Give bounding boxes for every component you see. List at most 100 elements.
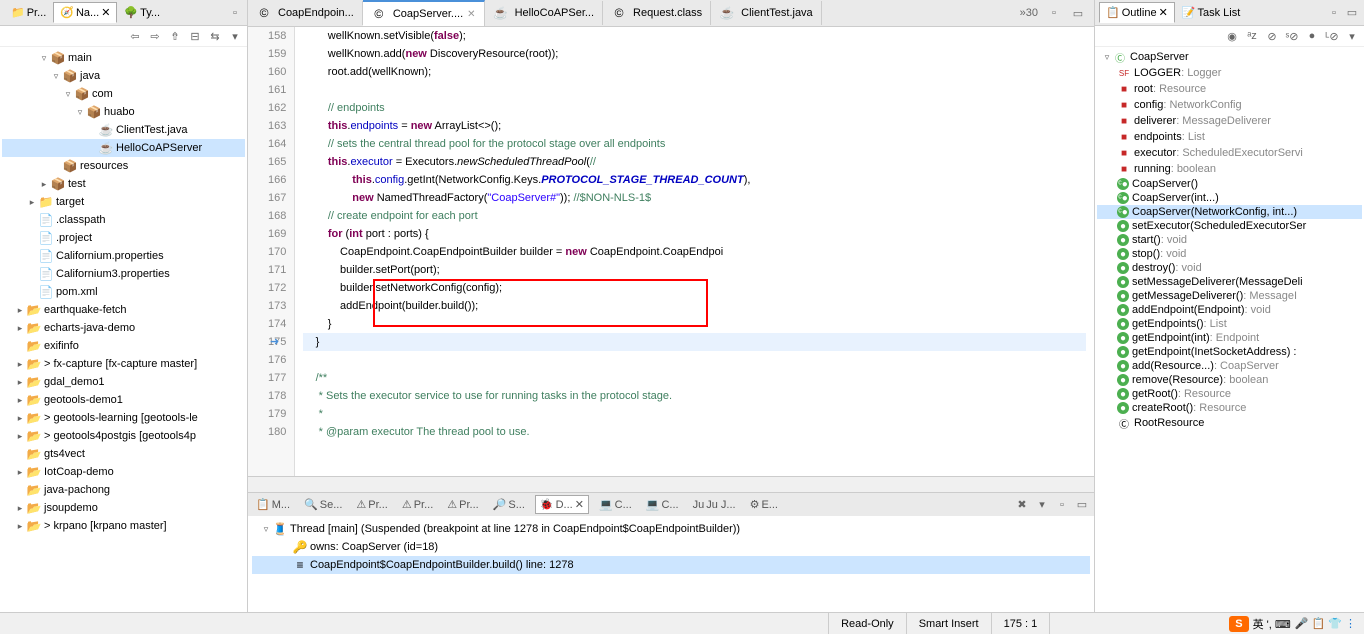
tree-item[interactable]: 📂exifinfo [2, 337, 245, 355]
outline-class-root[interactable]: ▿ Ⓒ CoapServer [1097, 49, 1362, 65]
debug-stack-item[interactable]: ≡CoapEndpoint$CoapEndpointBuilder.build(… [252, 556, 1090, 574]
navigator-tab[interactable]: 🧭 Na... ✕ [53, 2, 117, 23]
outline-item[interactable]: ᶜ●CoapServer() [1097, 177, 1362, 191]
outline-item[interactable]: ■executor : ScheduledExecutorServi [1097, 145, 1362, 161]
tree-item[interactable]: 📄.classpath [2, 211, 245, 229]
tree-item[interactable]: ☕ClientTest.java [2, 121, 245, 139]
minimize-icon[interactable]: ▫ [227, 5, 243, 21]
outline-item[interactable]: ●destroy() : void [1097, 261, 1362, 275]
hide-local-icon[interactable]: ᴸ⊘ [1324, 28, 1340, 44]
outline-tree[interactable]: ▿ Ⓒ CoapServer SFLOGGER : Logger■root : … [1095, 47, 1364, 612]
outline-item[interactable]: ●addEndpoint(Endpoint) : void [1097, 303, 1362, 317]
debug-stack-item[interactable]: ▿🧵Thread [main] (Suspended (breakpoint a… [252, 520, 1090, 538]
outline-item[interactable]: ᶜ●CoapServer(NetworkConfig, int...) [1097, 205, 1362, 219]
maximize-icon[interactable]: ▭ [1344, 5, 1360, 21]
back-icon[interactable]: ⇦ [127, 28, 143, 44]
tree-item[interactable]: ▸📂IotCoap-demo [2, 463, 245, 481]
bottom-tab[interactable]: 📋M... [252, 496, 294, 513]
tree-item[interactable]: 📂java-pachong [2, 481, 245, 499]
menu-icon[interactable]: ▾ [227, 28, 243, 44]
outline-item[interactable]: ●getEndpoint(InetSocketAddress) : [1097, 345, 1362, 359]
tree-item[interactable]: ▸📂> geotools-learning [geotools-le [2, 409, 245, 427]
debug-stack-tree[interactable]: ▿🧵Thread [main] (Suspended (breakpoint a… [248, 516, 1094, 612]
tree-item[interactable]: 📄Californium3.properties [2, 265, 245, 283]
tree-item[interactable]: 📂gts4vect [2, 445, 245, 463]
tree-item[interactable]: 📄Californium.properties [2, 247, 245, 265]
bottom-tab[interactable]: ⚠Pr... [398, 496, 437, 513]
editor-tab[interactable]: ☕ClientTest.java [711, 1, 822, 25]
outline-item[interactable]: ●getMessageDeliverer() : MessageI [1097, 289, 1362, 303]
more-tabs[interactable]: »30 [1020, 7, 1038, 19]
outline-item[interactable]: ●start() : void [1097, 233, 1362, 247]
tree-item[interactable]: ▸📂> fx-capture [fx-capture master] [2, 355, 245, 373]
editor-tab[interactable]: ☕HelloCoAPSer... [485, 1, 603, 25]
tree-item[interactable]: 📄pom.xml [2, 283, 245, 301]
code-editor[interactable]: 1581591601611621631641651661671681691701… [248, 27, 1094, 476]
outline-item[interactable]: ●createRoot() : Resource [1097, 401, 1362, 415]
outline-item[interactable]: ●getRoot() : Resource [1097, 387, 1362, 401]
tree-item[interactable]: ▸📂echarts-java-demo [2, 319, 245, 337]
code-content[interactable]: wellKnown.setVisible(false); wellKnown.a… [295, 27, 1094, 476]
ime-badge[interactable]: S [1229, 616, 1248, 632]
tree-item[interactable]: 📄.project [2, 229, 245, 247]
outline-item[interactable]: ᶜ●CoapServer(int...) [1097, 191, 1362, 205]
bottom-tab[interactable]: ⚙E... [746, 496, 782, 513]
minimize-icon[interactable]: ▫ [1326, 5, 1342, 21]
remove-icon[interactable]: ✖ [1014, 497, 1030, 513]
maximize-icon[interactable]: ▭ [1074, 497, 1090, 513]
tree-item[interactable]: ▿📦huabo [2, 103, 245, 121]
tree-item[interactable]: ▸📂> geotools4postgis [geotools4p [2, 427, 245, 445]
outline-item[interactable]: ●add(Resource...) : CoapServer [1097, 359, 1362, 373]
bottom-tab[interactable]: JuJu J... [689, 497, 740, 513]
outline-item[interactable]: ●setExecutor(ScheduledExecutorSer [1097, 219, 1362, 233]
minimize-icon[interactable]: ▫ [1054, 497, 1070, 513]
forward-icon[interactable]: ⇨ [147, 28, 163, 44]
tree-item[interactable]: ▸📂earthquake-fetch [2, 301, 245, 319]
outline-item[interactable]: ⒸRootResource [1097, 415, 1362, 431]
outline-item[interactable]: ●stop() : void [1097, 247, 1362, 261]
editor-tab[interactable]: ©CoapServer....✕ [363, 0, 485, 26]
tree-item[interactable]: ▿📦java [2, 67, 245, 85]
editor-tab[interactable]: ©CoapEndpoin... [248, 1, 363, 25]
outline-item[interactable]: ■endpoints : List [1097, 129, 1362, 145]
tree-item[interactable]: ☕HelloCoAPServer [2, 139, 245, 157]
bottom-tab[interactable]: 🔍Se... [300, 496, 346, 513]
horizontal-scrollbar[interactable] [248, 476, 1094, 492]
outline-item[interactable]: ■config : NetworkConfig [1097, 97, 1362, 113]
navigator-tree[interactable]: ▿📦main▿📦java▿📦com▿📦huabo☕ClientTest.java… [0, 47, 247, 612]
ime-icon[interactable]: 🎤 📋 👕 ⋮ [1295, 617, 1356, 630]
tree-item[interactable]: 📦resources [2, 157, 245, 175]
tree-item[interactable]: ▿📦com [2, 85, 245, 103]
collapse-icon[interactable]: ⊟ [187, 28, 203, 44]
menu-icon[interactable]: ▾ [1344, 28, 1360, 44]
outline-item[interactable]: ■deliverer : MessageDeliverer [1097, 113, 1362, 129]
sort-icon[interactable]: ᵃz [1244, 28, 1260, 44]
task-list-tab[interactable]: 📝 Task List [1175, 2, 1248, 23]
debug-stack-item[interactable]: 🔑owns: CoapServer (id=18) [252, 538, 1090, 556]
bottom-tab[interactable]: 💻C... [642, 496, 683, 513]
up-icon[interactable]: ⇮ [167, 28, 183, 44]
tree-item[interactable]: ▸📂geotools-demo1 [2, 391, 245, 409]
minimize-icon[interactable]: ▫ [1046, 5, 1062, 21]
hide-fields-icon[interactable]: ⊘ [1264, 28, 1280, 44]
menu-icon[interactable]: ▾ [1034, 497, 1050, 513]
editor-tab[interactable]: ©Request.class [603, 1, 711, 25]
bottom-tab[interactable]: ⚠Pr... [352, 496, 391, 513]
type-hierarchy-tab[interactable]: 🌳 Ty... [117, 2, 167, 23]
outline-item[interactable]: ●setMessageDeliverer(MessageDeli [1097, 275, 1362, 289]
bottom-tab[interactable]: ⚠Pr... [443, 496, 482, 513]
bottom-tab[interactable]: 🔎S... [489, 496, 529, 513]
tree-item[interactable]: ▸📂jsoupdemo [2, 499, 245, 517]
project-explorer-tab[interactable]: 📁 Pr... [4, 2, 53, 23]
hide-static-icon[interactable]: ˢ⊘ [1284, 28, 1300, 44]
outline-tab[interactable]: 📋 Outline ✕ [1099, 2, 1175, 23]
outline-item[interactable]: ●getEndpoint(int) : Endpoint [1097, 331, 1362, 345]
bottom-tab[interactable]: 💻C... [595, 496, 636, 513]
outline-item[interactable]: ●remove(Resource) : boolean [1097, 373, 1362, 387]
tree-item[interactable]: ▿📦main [2, 49, 245, 67]
outline-item[interactable]: ■running : boolean [1097, 161, 1362, 177]
hide-nonpublic-icon[interactable]: ● [1304, 28, 1320, 44]
outline-item[interactable]: ●getEndpoints() : List [1097, 317, 1362, 331]
tree-item[interactable]: ▸📦test [2, 175, 245, 193]
bottom-tab[interactable]: 🐞D... ✕ [535, 495, 589, 514]
